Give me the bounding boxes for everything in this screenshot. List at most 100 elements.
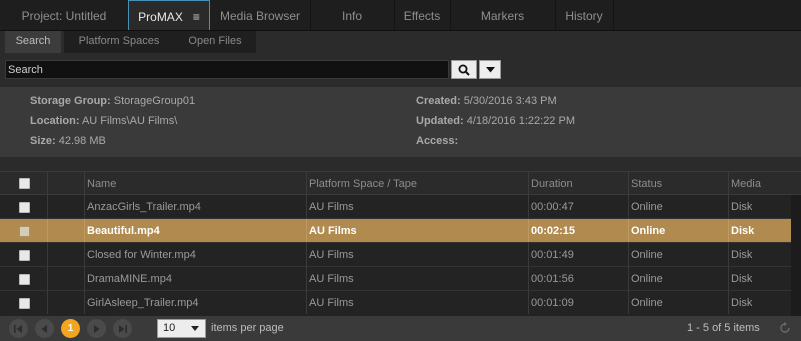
current-page-button[interactable]: 1 [61, 319, 80, 338]
refresh-icon[interactable] [779, 322, 791, 334]
tab-media-browser[interactable]: Media Browser [210, 0, 311, 30]
header-label: Duration [531, 178, 573, 190]
header-label: Status [631, 178, 663, 190]
media: Disk [728, 195, 791, 218]
subtab-search[interactable]: Search [5, 31, 61, 53]
tab-info[interactable]: Info [310, 0, 395, 30]
vertical-scrollbar[interactable] [791, 195, 801, 316]
tab-label: ProMAX [138, 10, 183, 24]
file-name: AnzacGirls_Trailer.mp4 [84, 195, 307, 218]
info-value: StorageGroup01 [113, 95, 196, 107]
panel-tab-bar: Project: Untitled ProMAX ≡ Media Browser … [0, 0, 801, 31]
created-info: Created: 5/30/2016 3:43 PM [416, 95, 557, 107]
storage-group-info: Storage Group: StorageGroup01 [30, 95, 195, 107]
access-info: Access: [416, 135, 458, 147]
first-page-button[interactable] [9, 319, 28, 338]
column-header-status[interactable]: Status [628, 172, 729, 194]
tab-promax[interactable]: ProMAX ≡ [128, 0, 210, 30]
tab-label: History [565, 9, 603, 23]
location-info: Location: AU Films\AU Films\ [30, 115, 177, 127]
column-header-name[interactable]: Name [84, 172, 307, 194]
column-header-platform[interactable]: Platform Space / Tape [306, 172, 529, 194]
column-header-media[interactable]: Media [728, 172, 791, 194]
hamburger-icon[interactable]: ≡ [193, 1, 200, 33]
header-label: Name [87, 178, 117, 190]
subtab-open-files[interactable]: Open Files [174, 31, 256, 53]
status: Online [628, 291, 729, 314]
info-label: Size: [30, 135, 56, 147]
row-checkbox[interactable] [19, 202, 30, 213]
duration: 00:01:09 [528, 291, 629, 314]
select-all-checkbox[interactable] [19, 178, 30, 189]
search-options-dropdown[interactable] [479, 60, 501, 79]
info-label: Storage Group: [30, 95, 111, 107]
tab-project[interactable]: Project: Untitled [0, 0, 129, 30]
subtab-label: Search [15, 35, 51, 47]
next-icon [94, 324, 100, 333]
last-page-button[interactable] [113, 319, 132, 338]
search-input[interactable] [5, 60, 449, 79]
row-checkbox[interactable] [19, 298, 30, 309]
subtab-platform-spaces[interactable]: Platform Spaces [64, 31, 174, 53]
magnifier-icon [458, 64, 470, 76]
subtab-label: Open Files [188, 35, 242, 47]
search-button[interactable] [451, 60, 477, 79]
per-page-value: 10 [163, 322, 176, 334]
divider [0, 157, 801, 171]
platform-space: AU Films [306, 267, 529, 290]
file-name: DramaMINE.mp4 [84, 267, 307, 290]
status: Online [628, 267, 729, 290]
platform-space: AU Films [306, 243, 529, 266]
subtab-label: Platform Spaces [78, 35, 160, 47]
caret-down-icon [485, 66, 495, 72]
info-value: 5/30/2016 3:43 PM [463, 95, 557, 107]
tab-label: Effects [403, 9, 441, 23]
row-blank-cell [47, 243, 85, 266]
column-header-blank [47, 172, 86, 194]
row-blank-cell [47, 267, 85, 290]
tab-label: Project: Untitled [21, 9, 107, 23]
tab-effects[interactable]: Effects [394, 0, 451, 30]
info-value: 42.98 MB [58, 135, 106, 147]
size-info: Size: 42.98 MB [30, 135, 106, 147]
info-label: Created: [416, 95, 461, 107]
search-bar [0, 53, 801, 87]
file-name: Closed for Winter.mp4 [84, 243, 307, 266]
duration: 00:01:56 [528, 267, 629, 290]
next-page-button[interactable] [87, 319, 106, 338]
first-page-icon [14, 324, 22, 333]
media: Disk [728, 291, 791, 314]
caret-down-icon [191, 326, 199, 331]
pagination-bar: 1 10 items per page 1 - 5 of 5 items [0, 316, 801, 341]
info-label: Updated: [416, 115, 464, 127]
platform-space: AU Films [306, 219, 529, 242]
file-name: Beautiful.mp4 [84, 219, 307, 242]
media: Disk [728, 219, 791, 242]
status: Online [628, 243, 729, 266]
table-row-selected[interactable]: Beautiful.mp4 AU Films 00:02:15 Online D… [0, 219, 791, 243]
items-per-page-select[interactable]: 10 [157, 319, 206, 338]
tab-history[interactable]: History [555, 0, 614, 30]
previous-page-button[interactable] [35, 319, 54, 338]
table-row[interactable]: DramaMINE.mp4 AU Films 00:01:56 Online D… [0, 267, 791, 291]
item-range-label: 1 - 5 of 5 items [687, 322, 760, 334]
platform-space: AU Films [306, 291, 529, 314]
tab-label: Markers [480, 9, 525, 23]
file-name: GirlAsleep_Trailer.mp4 [84, 291, 307, 314]
status: Online [628, 219, 729, 242]
table-row[interactable]: GirlAsleep_Trailer.mp4 AU Films 00:01:09… [0, 291, 791, 316]
table-row[interactable]: AnzacGirls_Trailer.mp4 AU Films 00:00:47… [0, 195, 791, 219]
row-checkbox[interactable] [19, 250, 30, 261]
row-checkbox[interactable] [19, 274, 30, 285]
tab-markers[interactable]: Markers [450, 0, 556, 30]
info-label: Access: [416, 135, 459, 147]
table-row[interactable]: Closed for Winter.mp4 AU Films 00:01:49 … [0, 243, 791, 267]
duration: 00:02:15 [528, 219, 629, 242]
header-label: Platform Space / Tape [309, 178, 418, 190]
row-checkbox[interactable] [19, 226, 30, 237]
previous-icon [41, 324, 47, 333]
last-page-icon [119, 324, 127, 333]
header-label: Media [731, 178, 761, 190]
column-header-duration[interactable]: Duration [528, 172, 629, 194]
subtab-bar: Search Platform Spaces Open Files [0, 31, 801, 53]
